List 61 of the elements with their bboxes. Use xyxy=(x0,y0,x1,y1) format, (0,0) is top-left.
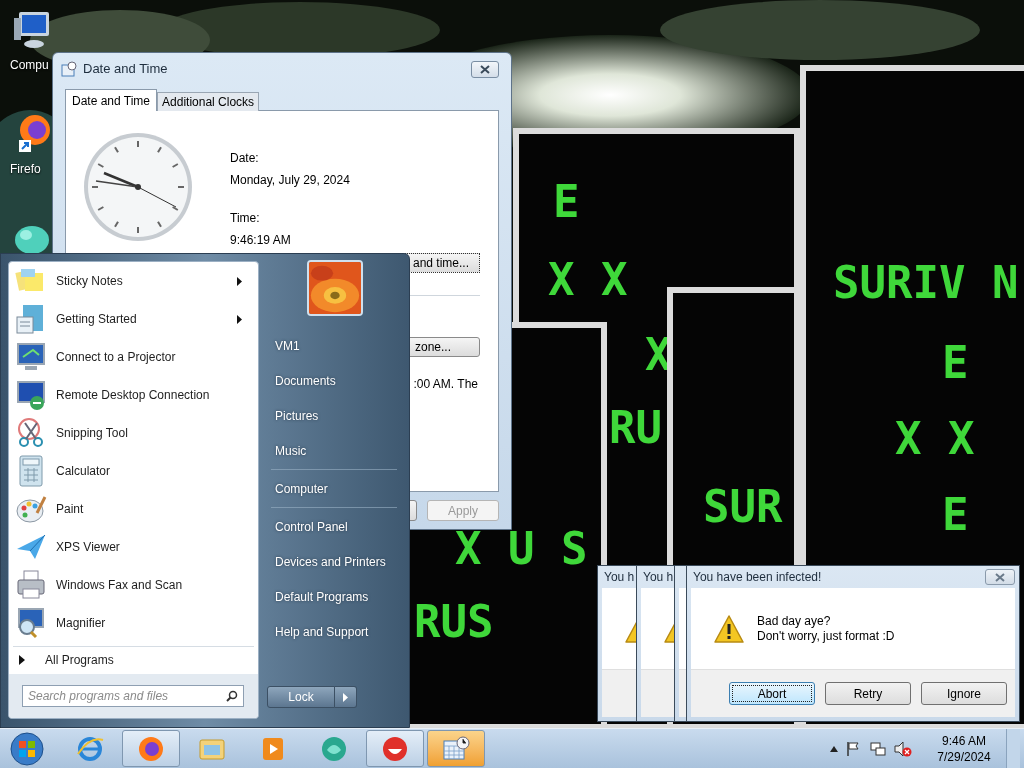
glitch-text: X X xyxy=(895,415,975,463)
program-item[interactable]: Calculator xyxy=(9,452,258,490)
taskbar-button[interactable] xyxy=(366,730,424,767)
program-item[interactable]: XPS Viewer xyxy=(9,528,258,566)
glitch-text: E xyxy=(942,339,969,387)
clock-date[interactable]: 7/29/2024 xyxy=(937,748,991,765)
place-item[interactable]: Pictures xyxy=(267,398,401,433)
dialog-title: You have been infected! xyxy=(693,569,822,586)
arrow-right-icon xyxy=(343,692,348,702)
dialog-button[interactable]: Retry xyxy=(825,682,911,705)
place-item[interactable]: Documents xyxy=(267,363,401,398)
search-icon xyxy=(226,690,238,702)
glitch-text: E xyxy=(942,491,969,539)
muted-speaker-icon[interactable] xyxy=(894,740,912,757)
place-item[interactable]: Devices and Printers xyxy=(267,544,401,579)
network-icon[interactable] xyxy=(870,740,886,757)
expand-arrow-icon xyxy=(19,655,25,665)
program-item[interactable]: Snipping Tool xyxy=(9,414,258,452)
close-icon xyxy=(995,572,1005,582)
program-item[interactable]: Remote Desktop Connection xyxy=(9,376,258,414)
magnifier-icon xyxy=(15,607,47,639)
place-item[interactable]: VM1 xyxy=(267,328,401,363)
all-programs-item[interactable]: All Programs xyxy=(9,647,258,673)
glitch-text: RU xyxy=(609,404,662,452)
place-item[interactable]: Default Programs xyxy=(267,579,401,614)
dialog-title: You h xyxy=(643,569,674,586)
glitch-text: RUS xyxy=(414,598,494,646)
glitch-text: X X xyxy=(548,256,628,304)
message-text: Don't worry, just format :D xyxy=(757,628,895,644)
monitor-icon xyxy=(15,379,47,411)
program-item[interactable]: Sticky Notes xyxy=(9,262,258,300)
taskbar-button[interactable] xyxy=(427,730,485,767)
search-field[interactable]: Search programs and files xyxy=(22,685,244,707)
place-item[interactable]: Control Panel xyxy=(267,509,401,544)
program-item[interactable]: Windows Fax and Scan xyxy=(9,566,258,604)
program-item[interactable]: Getting Started xyxy=(9,300,258,338)
taskbar-button[interactable] xyxy=(122,730,180,767)
printer-icon xyxy=(15,569,47,601)
program-item[interactable]: Paint xyxy=(9,490,258,528)
flag-icon[interactable] xyxy=(846,740,862,757)
orb-icon xyxy=(9,730,45,767)
warning-icon xyxy=(713,613,745,644)
glitch-text: X U S xyxy=(455,525,588,573)
monitor-icon xyxy=(15,341,47,373)
lock-button[interactable]: Lock xyxy=(267,686,335,708)
program-item[interactable]: Magnifier xyxy=(9,604,258,642)
glitch-text: SUR xyxy=(703,483,783,531)
clock-time[interactable]: 9:46 AM xyxy=(942,732,986,749)
glitch-text: SURIV N xyxy=(833,259,1019,307)
time-change-note: :00 AM. The xyxy=(413,376,478,393)
shutdown-options-button[interactable] xyxy=(335,686,357,708)
place-item[interactable]: Help and Support xyxy=(267,614,401,649)
dialog-button[interactable]: Abort xyxy=(729,682,815,705)
place-item[interactable]: Music xyxy=(267,433,401,468)
message-text: Bad day aye? xyxy=(757,613,832,629)
close-button[interactable] xyxy=(985,569,1015,585)
dialog-title: You h xyxy=(604,569,635,586)
place-item[interactable]: Computer xyxy=(267,471,401,506)
program-item[interactable]: Connect to a Projector xyxy=(9,338,258,376)
dialog-button[interactable]: Ignore xyxy=(921,682,1007,705)
caret-up-icon[interactable] xyxy=(830,745,838,752)
